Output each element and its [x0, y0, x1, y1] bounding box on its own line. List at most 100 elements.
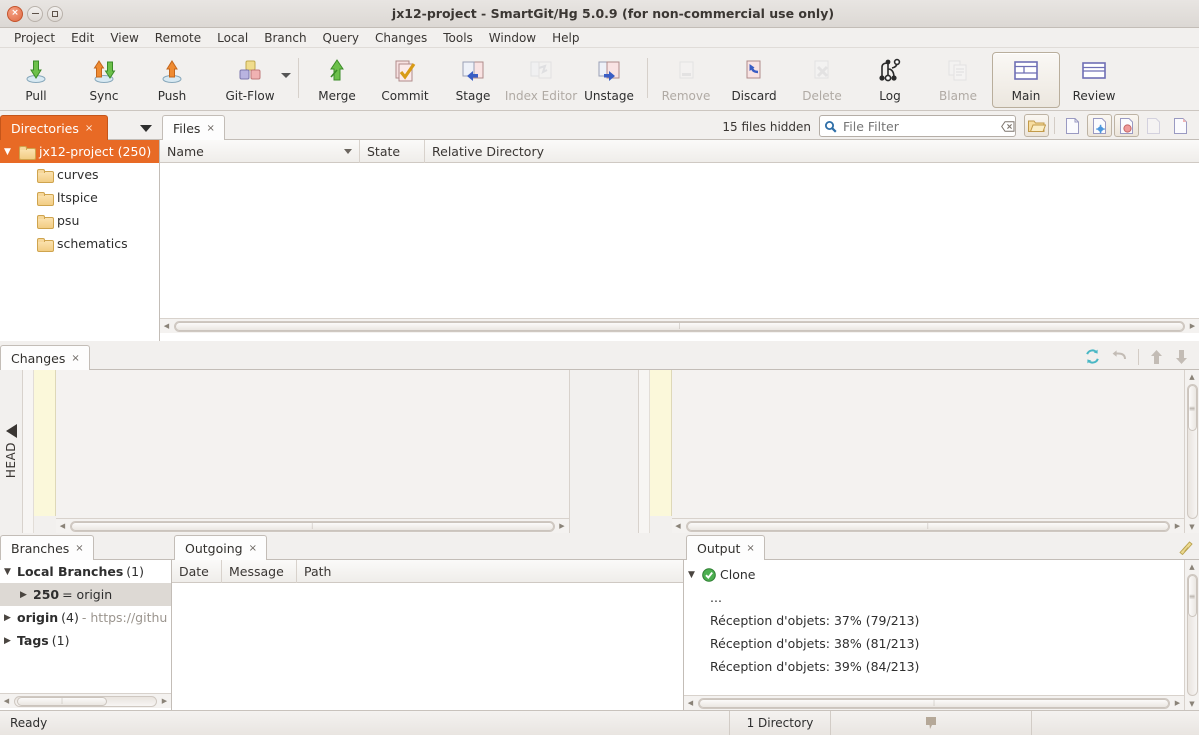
changes-vscroll-up-arrow[interactable]: ▲ [1186, 370, 1199, 383]
right-diff-pane[interactable]: ◀ ⁝ ▶ [671, 370, 1184, 533]
branch-tree-item[interactable]: ▶ origin (4) - https://githu [0, 606, 171, 629]
directory-tree-item[interactable]: ▼ jx12-project (250) [0, 140, 159, 163]
output-vscroll-track[interactable]: ≡ [1186, 574, 1198, 696]
output-log[interactable]: ▼ Clone... Réception d'objets: 37% (79/213… [684, 560, 1184, 695]
column-header-path[interactable]: Path [297, 560, 683, 583]
menu-edit[interactable]: Edit [63, 30, 102, 46]
files-filter-button-open-folder[interactable] [1024, 114, 1049, 137]
outgoing-rows[interactable] [172, 583, 683, 710]
toolbar-button-unstage[interactable]: Unstage [575, 52, 643, 108]
output-edit-button[interactable] [1177, 540, 1199, 559]
files-hscroll-right-arrow[interactable]: ▶ [1186, 320, 1199, 333]
window-close-button[interactable]: × [7, 5, 23, 22]
files-rows[interactable] [160, 163, 1199, 318]
refresh-icon[interactable] [1084, 348, 1101, 365]
left-diff-pane[interactable]: ◀ ⁝ ▶ [56, 370, 569, 533]
menu-help[interactable]: Help [544, 30, 587, 46]
output-vscroll-down-arrow[interactable]: ▼ [1186, 697, 1199, 710]
file-filter-box[interactable] [819, 115, 1016, 137]
caret-collapsed-icon[interactable]: ▶ [20, 590, 30, 600]
left-diff-hscroll-track[interactable]: ⁝ [70, 520, 555, 532]
caret-collapsed-icon[interactable]: ▶ [4, 613, 14, 623]
tab-files-close-icon[interactable]: × [206, 123, 214, 134]
branches-hscroll-left-arrow[interactable]: ◀ [0, 695, 13, 708]
toolbar-button-discard[interactable]: Discard [720, 52, 788, 108]
tab-outgoing-close-icon[interactable]: × [249, 543, 257, 554]
menu-local[interactable]: Local [209, 30, 256, 46]
left-diff-hscrollbar[interactable]: ◀ ⁝ ▶ [56, 518, 569, 533]
directories-tree[interactable]: ▼ jx12-project (250) curves ltspice psu schem… [0, 140, 160, 341]
toolbar-button-log[interactable]: Log [856, 52, 924, 108]
output-hscroll-thumb[interactable]: ⁝ [699, 698, 1169, 708]
toolbar-button-sync[interactable]: Sync [70, 52, 138, 108]
column-header-date[interactable]: Date [172, 560, 222, 583]
branch-tree-item[interactable]: ▶ Tags (1) [0, 629, 171, 652]
directory-tree-item[interactable]: schematics [0, 232, 159, 255]
files-filter-button-file-modified[interactable] [1114, 114, 1139, 137]
caret-expanded-icon[interactable]: ▼ [4, 147, 14, 157]
head-gutter[interactable]: HEAD [0, 370, 23, 533]
directory-tree-item[interactable]: psu [0, 209, 159, 232]
toolbar-button-commit[interactable]: Commit [371, 52, 439, 108]
menu-query[interactable]: Query [315, 30, 367, 46]
toolbar-button-push[interactable]: Push [138, 52, 206, 108]
column-header-state[interactable]: State [360, 140, 425, 163]
menu-remote[interactable]: Remote [147, 30, 209, 46]
status-indicator[interactable] [831, 711, 1031, 735]
branches-hscroll-thumb[interactable]: ⁝ [17, 696, 107, 706]
branches-tree[interactable]: ▼ Local Branches (1) ▶ 250 = origin ▶ origin … [0, 560, 171, 693]
files-filter-button-file-other[interactable] [1168, 114, 1193, 137]
right-diff-hscroll-left-arrow[interactable]: ◀ [672, 520, 685, 533]
changes-vscroll-thumb[interactable]: ≡ [1187, 385, 1197, 431]
column-header-relative-directory[interactable]: Relative Directory [425, 140, 1199, 163]
output-hscroll-track[interactable]: ⁝ [698, 697, 1170, 709]
toolbar-button-pull[interactable]: Pull [2, 52, 70, 108]
output-hscroll-right-arrow[interactable]: ▶ [1171, 697, 1184, 710]
files-hscrollbar[interactable]: ◀ ⁝ ▶ [160, 318, 1199, 333]
files-hscroll-left-arrow[interactable]: ◀ [160, 320, 173, 333]
right-diff-hscroll-right-arrow[interactable]: ▶ [1171, 520, 1184, 533]
tab-directories[interactable]: Directories × [0, 115, 108, 140]
files-filter-button-file-plain[interactable] [1060, 114, 1085, 137]
triangle-left-icon[interactable] [5, 424, 17, 439]
right-diff-hscroll-track[interactable]: ⁝ [685, 520, 1170, 532]
menu-project[interactable]: Project [6, 30, 63, 46]
tab-branches-close-icon[interactable]: × [75, 543, 83, 554]
toolbar-button-main[interactable]: Main [992, 52, 1060, 108]
file-filter-input[interactable] [841, 117, 1001, 135]
column-header-message[interactable]: Message [222, 560, 297, 583]
clear-icon[interactable] [1001, 120, 1015, 132]
caret-expanded-icon[interactable]: ▼ [688, 570, 698, 580]
toolbar-dropdown-arrow-icon[interactable] [281, 73, 291, 78]
tab-output-close-icon[interactable]: × [746, 543, 754, 554]
toolbar-button-git-flow[interactable]: Git-Flow [206, 52, 294, 108]
output-hscroll-left-arrow[interactable]: ◀ [684, 697, 697, 710]
directories-menu-button[interactable] [140, 121, 160, 139]
window-minimize-button[interactable] [27, 5, 43, 22]
output-hscrollbar[interactable]: ◀ ⁝ ▶ [684, 695, 1184, 710]
left-diff-hscroll-thumb[interactable]: ⁝ [71, 521, 554, 531]
menu-changes[interactable]: Changes [367, 30, 435, 46]
menu-tools[interactable]: Tools [435, 30, 481, 46]
tab-outgoing[interactable]: Outgoing × [174, 535, 267, 560]
branches-hscroll-track[interactable]: ⁝ [14, 695, 157, 707]
changes-vscroll-down-arrow[interactable]: ▼ [1186, 520, 1199, 533]
tab-changes-close-icon[interactable]: × [71, 353, 79, 364]
left-diff-hscroll-right-arrow[interactable]: ▶ [556, 520, 569, 533]
directory-tree-item[interactable]: ltspice [0, 186, 159, 209]
changes-vscroll-track[interactable]: ≡ [1186, 384, 1198, 519]
branches-hscroll-right-arrow[interactable]: ▶ [158, 695, 171, 708]
tab-branches[interactable]: Branches × [0, 535, 94, 560]
directory-tree-item[interactable]: curves [0, 163, 159, 186]
menu-view[interactable]: View [102, 30, 146, 46]
changes-vscrollbar[interactable]: ▲ ≡ ▼ [1184, 370, 1199, 533]
output-vscroll-up-arrow[interactable]: ▲ [1186, 560, 1199, 573]
toolbar-button-stage[interactable]: Stage [439, 52, 507, 108]
toolbar-button-merge[interactable]: Merge [303, 52, 371, 108]
files-hscroll-track[interactable]: ⁝ [174, 320, 1185, 332]
output-group-header[interactable]: ▼ Clone [684, 563, 1184, 586]
menu-window[interactable]: Window [481, 30, 544, 46]
files-hscroll-thumb[interactable]: ⁝ [175, 321, 1184, 331]
output-vscroll-thumb[interactable]: ≡ [1187, 575, 1197, 617]
branch-tree-item[interactable]: ▶ 250 = origin [0, 583, 171, 606]
